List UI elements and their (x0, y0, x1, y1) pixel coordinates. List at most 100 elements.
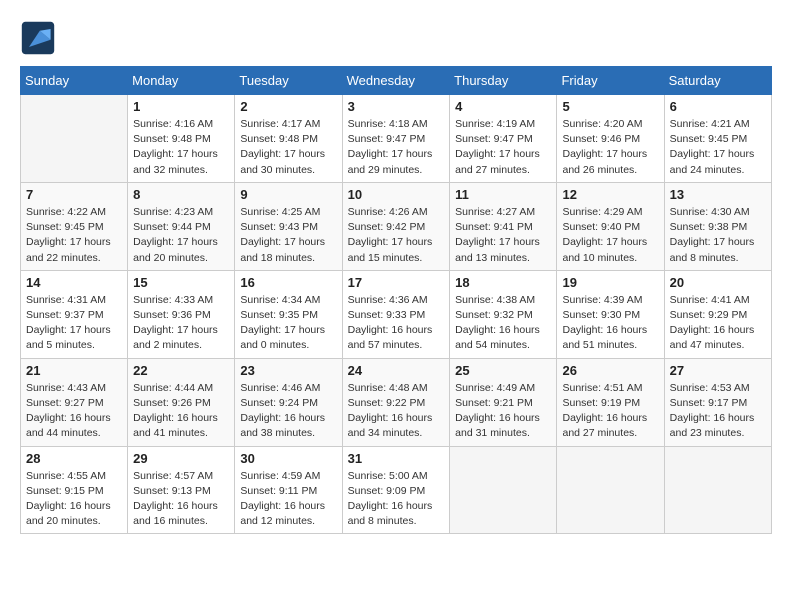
day-number: 20 (670, 275, 766, 290)
day-info: Sunrise: 4:57 AMSunset: 9:13 PMDaylight:… (133, 469, 229, 530)
day-info: Sunrise: 4:59 AMSunset: 9:11 PMDaylight:… (240, 469, 336, 530)
calendar-day-cell: 14 Sunrise: 4:31 AMSunset: 9:37 PMDayligh… (21, 270, 128, 358)
calendar-day-cell: 11 Sunrise: 4:27 AMSunset: 9:41 PMDayligh… (450, 182, 557, 270)
calendar-day-cell: 5 Sunrise: 4:20 AMSunset: 9:46 PMDaylight… (557, 95, 664, 183)
calendar-day-cell: 12 Sunrise: 4:29 AMSunset: 9:40 PMDayligh… (557, 182, 664, 270)
calendar-day-cell: 7 Sunrise: 4:22 AMSunset: 9:45 PMDaylight… (21, 182, 128, 270)
day-info: Sunrise: 4:55 AMSunset: 9:15 PMDaylight:… (26, 469, 122, 530)
day-info: Sunrise: 4:16 AMSunset: 9:48 PMDaylight:… (133, 117, 229, 178)
logo-icon (20, 20, 56, 56)
calendar-day-cell: 30Sunrise: 4:59 AMSunset: 9:11 PMDayligh… (235, 446, 342, 534)
calendar-day-cell: 15 Sunrise: 4:33 AMSunset: 9:36 PMDayligh… (128, 270, 235, 358)
calendar-day-header: Friday (557, 67, 664, 95)
day-info: Sunrise: 4:53 AMSunset: 9:17 PMDaylight:… (670, 381, 766, 442)
logo (20, 20, 60, 56)
day-number: 28 (26, 451, 122, 466)
day-info: Sunrise: 4:38 AMSunset: 9:32 PMDaylight:… (455, 293, 551, 354)
day-info: Sunrise: 4:22 AMSunset: 9:45 PMDaylight:… (26, 205, 122, 266)
calendar-day-cell: 18 Sunrise: 4:38 AMSunset: 9:32 PMDayligh… (450, 270, 557, 358)
calendar-week-row: 7 Sunrise: 4:22 AMSunset: 9:45 PMDaylight… (21, 182, 772, 270)
calendar-day-header: Monday (128, 67, 235, 95)
calendar-day-cell (21, 95, 128, 183)
day-number: 14 (26, 275, 122, 290)
day-number: 8 (133, 187, 229, 202)
day-info: Sunrise: 4:25 AMSunset: 9:43 PMDaylight:… (240, 205, 336, 266)
day-number: 11 (455, 187, 551, 202)
calendar-day-cell: 31 Sunrise: 5:00 AMSunset: 9:09 PMDayligh… (342, 446, 450, 534)
day-number: 27 (670, 363, 766, 378)
day-info: Sunrise: 4:51 AMSunset: 9:19 PMDaylight:… (562, 381, 658, 442)
day-number: 9 (240, 187, 336, 202)
calendar-day-cell: 20 Sunrise: 4:41 AMSunset: 9:29 PMDayligh… (664, 270, 771, 358)
calendar-day-cell: 6 Sunrise: 4:21 AMSunset: 9:45 PMDaylight… (664, 95, 771, 183)
day-number: 29 (133, 451, 229, 466)
day-number: 24 (348, 363, 445, 378)
day-number: 31 (348, 451, 445, 466)
day-number: 18 (455, 275, 551, 290)
calendar-day-cell: 9 Sunrise: 4:25 AMSunset: 9:43 PMDaylight… (235, 182, 342, 270)
day-info: Sunrise: 4:43 AMSunset: 9:27 PMDaylight:… (26, 381, 122, 442)
calendar-day-cell: 1Sunrise: 4:16 AMSunset: 9:48 PMDaylight… (128, 95, 235, 183)
calendar-day-cell: 27 Sunrise: 4:53 AMSunset: 9:17 PMDayligh… (664, 358, 771, 446)
calendar-day-cell: 19Sunrise: 4:39 AMSunset: 9:30 PMDayligh… (557, 270, 664, 358)
day-number: 26 (562, 363, 658, 378)
day-info: Sunrise: 4:19 AMSunset: 9:47 PMDaylight:… (455, 117, 551, 178)
day-number: 2 (240, 99, 336, 114)
calendar-day-cell: 2 Sunrise: 4:17 AMSunset: 9:48 PMDaylight… (235, 95, 342, 183)
day-number: 22 (133, 363, 229, 378)
day-number: 5 (562, 99, 658, 114)
day-info: Sunrise: 4:20 AMSunset: 9:46 PMDaylight:… (562, 117, 658, 178)
calendar-day-cell: 23Sunrise: 4:46 AMSunset: 9:24 PMDayligh… (235, 358, 342, 446)
calendar-day-cell (557, 446, 664, 534)
calendar-day-cell (450, 446, 557, 534)
calendar-week-row: 1Sunrise: 4:16 AMSunset: 9:48 PMDaylight… (21, 95, 772, 183)
calendar-day-cell: 29 Sunrise: 4:57 AMSunset: 9:13 PMDayligh… (128, 446, 235, 534)
day-info: Sunrise: 4:23 AMSunset: 9:44 PMDaylight:… (133, 205, 229, 266)
day-info: Sunrise: 4:17 AMSunset: 9:48 PMDaylight:… (240, 117, 336, 178)
day-number: 12 (562, 187, 658, 202)
day-info: Sunrise: 4:34 AMSunset: 9:35 PMDaylight:… (240, 293, 336, 354)
page-header (20, 20, 772, 56)
calendar-week-row: 21 Sunrise: 4:43 AMSunset: 9:27 PMDayligh… (21, 358, 772, 446)
calendar-day-header: Wednesday (342, 67, 450, 95)
day-number: 7 (26, 187, 122, 202)
calendar-day-cell: 10Sunrise: 4:26 AMSunset: 9:42 PMDayligh… (342, 182, 450, 270)
calendar-day-header: Sunday (21, 67, 128, 95)
day-info: Sunrise: 5:00 AMSunset: 9:09 PMDaylight:… (348, 469, 445, 530)
day-number: 17 (348, 275, 445, 290)
calendar-day-cell: 4Sunrise: 4:19 AMSunset: 9:47 PMDaylight… (450, 95, 557, 183)
calendar-day-cell: 16Sunrise: 4:34 AMSunset: 9:35 PMDayligh… (235, 270, 342, 358)
calendar-day-cell: 17 Sunrise: 4:36 AMSunset: 9:33 PMDayligh… (342, 270, 450, 358)
calendar-day-cell: 26 Sunrise: 4:51 AMSunset: 9:19 PMDayligh… (557, 358, 664, 446)
calendar-day-header: Tuesday (235, 67, 342, 95)
day-info: Sunrise: 4:21 AMSunset: 9:45 PMDaylight:… (670, 117, 766, 178)
day-number: 19 (562, 275, 658, 290)
calendar-week-row: 14 Sunrise: 4:31 AMSunset: 9:37 PMDayligh… (21, 270, 772, 358)
calendar-day-cell: 22 Sunrise: 4:44 AMSunset: 9:26 PMDayligh… (128, 358, 235, 446)
day-info: Sunrise: 4:33 AMSunset: 9:36 PMDaylight:… (133, 293, 229, 354)
calendar-day-header: Saturday (664, 67, 771, 95)
calendar-day-cell: 8 Sunrise: 4:23 AMSunset: 9:44 PMDaylight… (128, 182, 235, 270)
day-info: Sunrise: 4:31 AMSunset: 9:37 PMDaylight:… (26, 293, 122, 354)
day-info: Sunrise: 4:48 AMSunset: 9:22 PMDaylight:… (348, 381, 445, 442)
day-number: 23 (240, 363, 336, 378)
calendar-week-row: 28 Sunrise: 4:55 AMSunset: 9:15 PMDayligh… (21, 446, 772, 534)
calendar-day-cell (664, 446, 771, 534)
day-number: 6 (670, 99, 766, 114)
day-info: Sunrise: 4:29 AMSunset: 9:40 PMDaylight:… (562, 205, 658, 266)
day-info: Sunrise: 4:49 AMSunset: 9:21 PMDaylight:… (455, 381, 551, 442)
day-number: 3 (348, 99, 445, 114)
calendar-header-row: SundayMondayTuesdayWednesdayThursdayFrid… (21, 67, 772, 95)
day-number: 13 (670, 187, 766, 202)
day-info: Sunrise: 4:36 AMSunset: 9:33 PMDaylight:… (348, 293, 445, 354)
calendar-day-cell: 24 Sunrise: 4:48 AMSunset: 9:22 PMDayligh… (342, 358, 450, 446)
day-info: Sunrise: 4:27 AMSunset: 9:41 PMDaylight:… (455, 205, 551, 266)
day-number: 15 (133, 275, 229, 290)
calendar-table: SundayMondayTuesdayWednesdayThursdayFrid… (20, 66, 772, 534)
day-number: 21 (26, 363, 122, 378)
day-info: Sunrise: 4:41 AMSunset: 9:29 PMDaylight:… (670, 293, 766, 354)
calendar-day-cell: 25Sunrise: 4:49 AMSunset: 9:21 PMDayligh… (450, 358, 557, 446)
day-info: Sunrise: 4:18 AMSunset: 9:47 PMDaylight:… (348, 117, 445, 178)
day-info: Sunrise: 4:44 AMSunset: 9:26 PMDaylight:… (133, 381, 229, 442)
calendar-day-header: Thursday (450, 67, 557, 95)
